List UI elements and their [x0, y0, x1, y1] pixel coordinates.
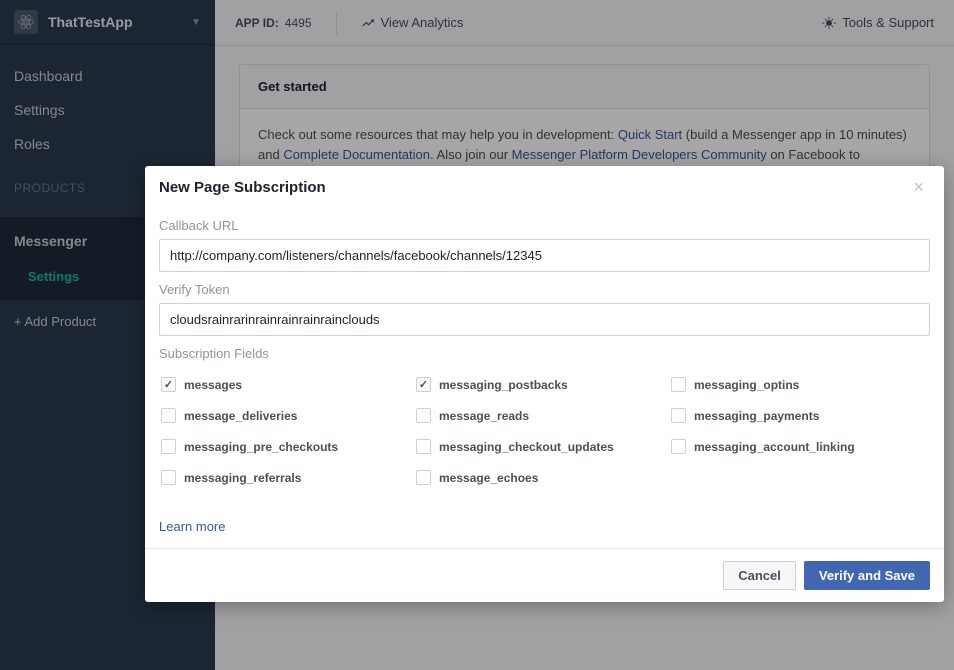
- checkbox-message_echoes[interactable]: [416, 470, 431, 485]
- checkbox-label: messaging_checkout_updates: [439, 440, 614, 454]
- checkbox-messaging_account_linking[interactable]: [671, 439, 686, 454]
- checkbox-item-messages: messages: [161, 377, 404, 392]
- checkbox-label: messaging_optins: [694, 378, 799, 392]
- checkbox-label: messaging_payments: [694, 409, 819, 423]
- checkbox-item-messaging_referrals: messaging_referrals: [161, 470, 404, 485]
- checkbox-item-message_echoes: message_echoes: [416, 470, 659, 485]
- checkbox-label: messaging_referrals: [184, 471, 301, 485]
- checkbox-label: messaging_postbacks: [439, 378, 568, 392]
- subscription-fields-label: Subscription Fields: [159, 346, 930, 361]
- checkbox-label: messages: [184, 378, 242, 392]
- checkbox-item-messaging_optins: messaging_optins: [671, 377, 914, 392]
- close-icon[interactable]: ×: [907, 178, 930, 196]
- verify-save-button[interactable]: Verify and Save: [804, 561, 930, 590]
- callback-url-label: Callback URL: [159, 218, 930, 233]
- cancel-button[interactable]: Cancel: [723, 561, 796, 590]
- verify-token-input[interactable]: [159, 303, 930, 336]
- checkbox-item-messaging_pre_checkouts: messaging_pre_checkouts: [161, 439, 404, 454]
- checkbox-messaging_payments[interactable]: [671, 408, 686, 423]
- checkbox-messages[interactable]: [161, 377, 176, 392]
- callback-url-input[interactable]: [159, 239, 930, 272]
- checkbox-messaging_checkout_updates[interactable]: [416, 439, 431, 454]
- verify-token-label: Verify Token: [159, 282, 930, 297]
- subscription-modal: New Page Subscription × Callback URL Ver…: [145, 166, 944, 602]
- checkbox-item-messaging_postbacks: messaging_postbacks: [416, 377, 659, 392]
- checkbox-label: messaging_account_linking: [694, 440, 855, 454]
- checkbox-item-message_deliveries: message_deliveries: [161, 408, 404, 423]
- checkbox-message_deliveries[interactable]: [161, 408, 176, 423]
- learn-more-link[interactable]: Learn more: [159, 519, 225, 534]
- checkbox-label: message_reads: [439, 409, 529, 423]
- checkbox-label: messaging_pre_checkouts: [184, 440, 338, 454]
- modal-title: New Page Subscription: [159, 179, 907, 196]
- checkbox-messaging_optins[interactable]: [671, 377, 686, 392]
- checkbox-item-messaging_account_linking: messaging_account_linking: [671, 439, 914, 454]
- checkbox-item-message_reads: message_reads: [416, 408, 659, 423]
- checkbox-item-messaging_checkout_updates: messaging_checkout_updates: [416, 439, 659, 454]
- checkbox-messaging_postbacks[interactable]: [416, 377, 431, 392]
- checkbox-messaging_pre_checkouts[interactable]: [161, 439, 176, 454]
- checkbox-item-messaging_payments: messaging_payments: [671, 408, 914, 423]
- checkbox-label: message_echoes: [439, 471, 538, 485]
- checkbox-label: message_deliveries: [184, 409, 297, 423]
- checkbox-message_reads[interactable]: [416, 408, 431, 423]
- checkbox-messaging_referrals[interactable]: [161, 470, 176, 485]
